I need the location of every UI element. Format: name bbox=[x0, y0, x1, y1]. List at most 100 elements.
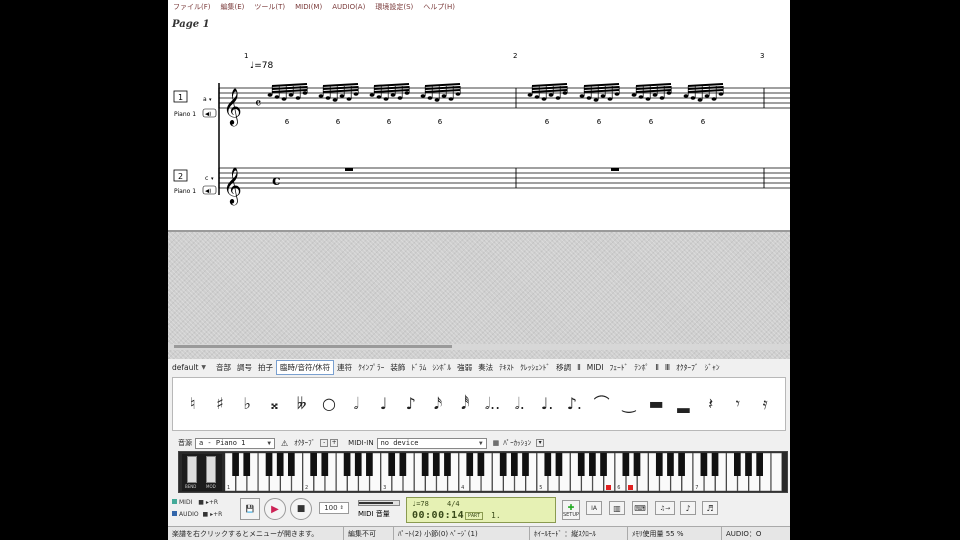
midi-in-select[interactable]: no device ▼ bbox=[376, 437, 487, 449]
setup-button[interactable]: ✚ SETUP bbox=[562, 500, 580, 520]
tab-crescendo[interactable]: ｸﾚｯｼｪﾝﾄﾞ bbox=[517, 361, 553, 374]
sextuplet-group[interactable]: 6 bbox=[683, 83, 724, 126]
save-button[interactable]: 💾 bbox=[240, 498, 260, 520]
octave-down-button[interactable]: - bbox=[320, 439, 329, 447]
menu-file[interactable]: ファイル(F) bbox=[168, 2, 216, 12]
menu-midi[interactable]: MIDI(M) bbox=[290, 3, 327, 11]
tab-articulation[interactable]: 奏法 bbox=[475, 361, 496, 374]
whole-rest-m2[interactable] bbox=[611, 168, 619, 171]
staff-2-dropdown-icon[interactable]: ▾ bbox=[211, 176, 214, 182]
palette-symbol[interactable]: ▂ bbox=[672, 377, 694, 431]
piano-view-button[interactable]: ▥ bbox=[609, 501, 625, 515]
tab-tuplets[interactable]: 連符 bbox=[334, 361, 355, 374]
tab-fade[interactable]: ﾌｪｰﾄﾞ bbox=[606, 361, 631, 374]
tempo-marking[interactable]: ♩=78 bbox=[250, 61, 274, 71]
octave-up-button[interactable]: + bbox=[330, 439, 339, 447]
palette-symbol[interactable]: ♩. bbox=[536, 377, 558, 431]
keyboard-button[interactable]: ⌨ bbox=[632, 501, 648, 515]
tab-time-signature[interactable]: 拍子 bbox=[255, 361, 276, 374]
palette-symbol[interactable]: 𝅗𝅥.. bbox=[482, 377, 504, 431]
palette-symbol[interactable]: 𝅗𝅥 bbox=[345, 377, 367, 431]
tab-ornaments[interactable]: 装飾 bbox=[387, 361, 408, 374]
palette-symbol[interactable]: ⌒ bbox=[591, 377, 613, 431]
tab-ii-2[interactable]: Ⅱ bbox=[652, 362, 662, 373]
pitch-bend-slider[interactable] bbox=[187, 456, 197, 483]
palette-symbol[interactable]: ♪. bbox=[563, 377, 585, 431]
tab-octave[interactable]: ｵｸﾀｰﾌﾞ bbox=[673, 361, 702, 374]
palette-symbol[interactable]: 𝅘𝅥𝅰 bbox=[454, 377, 476, 431]
menu-edit[interactable]: 編集(E) bbox=[216, 2, 250, 12]
palette-symbol[interactable]: ○ bbox=[318, 377, 340, 431]
palette-symbol[interactable]: ♪ bbox=[400, 377, 422, 431]
score-view[interactable]: Page 1 1 a ▾ Piano 1 ◀) 2 c ▾ Piano 1 ◀)… bbox=[168, 13, 790, 230]
sextuplet-group[interactable]: 6 bbox=[579, 83, 620, 126]
sextuplet-group[interactable]: 6 bbox=[420, 83, 461, 126]
palette-symbol[interactable]: ‿ bbox=[618, 377, 640, 431]
staff-1-dropdown-icon[interactable]: ▾ bbox=[209, 97, 212, 103]
palette-symbol[interactable]: ♮ bbox=[182, 377, 204, 431]
sextuplet-group[interactable]: 6 bbox=[527, 83, 568, 126]
part-select[interactable]: a - Piano 1 ▼ bbox=[195, 437, 275, 449]
whole-rest-m1[interactable] bbox=[345, 168, 353, 171]
sextuplet-group[interactable]: 6 bbox=[318, 83, 359, 126]
keys-canvas[interactable]: 1 2 3 4 5 6 7 bbox=[225, 452, 787, 492]
palette-symbol[interactable]: 𝅘𝅥𝅯 bbox=[427, 377, 449, 431]
palette-symbol[interactable]: 𝄽 bbox=[700, 377, 722, 431]
tab-midi[interactable]: MIDI bbox=[584, 362, 607, 373]
play-button[interactable]: ▶ bbox=[264, 498, 286, 520]
tab-transpose[interactable]: 移調 bbox=[553, 361, 574, 374]
piano-keyboard[interactable]: BEND MOD 1 2 3 4 5 6 7 bbox=[178, 451, 788, 493]
part-number-2[interactable]: 2 bbox=[178, 172, 183, 181]
tab-iii[interactable]: Ⅲ bbox=[662, 362, 673, 373]
menu-help[interactable]: ヘルプ(H) bbox=[418, 2, 460, 12]
ia-button[interactable]: IA bbox=[586, 501, 602, 515]
note-groups[interactable]: 6 6 6 6 6 6 6 6 bbox=[267, 83, 724, 126]
tab-tempo[interactable]: ﾃﾝﾎﾟ bbox=[631, 361, 652, 374]
treble-clef-2[interactable]: 𝄞 bbox=[223, 166, 242, 205]
score-canvas[interactable]: 1 a ▾ Piano 1 ◀) 2 c ▾ Piano 1 ◀) 𝄞 𝄞 𝄴 … bbox=[168, 13, 790, 230]
note-input-button[interactable]: ♫→ bbox=[655, 501, 675, 515]
menu-settings[interactable]: 環境設定(S) bbox=[370, 2, 418, 12]
tab-text[interactable]: ﾃｷｽﾄ bbox=[496, 361, 517, 374]
sextuplet-group[interactable]: 6 bbox=[631, 83, 672, 126]
treble-clef-1[interactable]: 𝄞 bbox=[223, 87, 242, 126]
palette-symbol[interactable]: 𝅗𝅥. bbox=[509, 377, 531, 431]
horizontal-scrollbar[interactable] bbox=[168, 344, 790, 350]
palette-symbol[interactable]: ♩ bbox=[372, 377, 394, 431]
tab-dynamics[interactable]: 強弱 bbox=[454, 361, 475, 374]
part-number-1[interactable]: 1 bbox=[178, 93, 183, 102]
palette-symbol[interactable]: 𝄪 bbox=[263, 377, 285, 431]
tab-symbols[interactable]: ｼﾝﾎﾞﾙ bbox=[429, 361, 454, 374]
tab-ii[interactable]: Ⅱ bbox=[574, 362, 584, 373]
tab-clef[interactable]: 音部 bbox=[213, 361, 234, 374]
palette-symbol[interactable]: ♯ bbox=[209, 377, 231, 431]
tab-key-signature[interactable]: 調号 bbox=[234, 361, 255, 374]
palette-symbol[interactable]: 𝄫 bbox=[291, 377, 313, 431]
tab-notes-rests[interactable]: 臨時/音符/休符 bbox=[276, 359, 335, 375]
menu-tools[interactable]: ツール(T) bbox=[249, 2, 290, 12]
palette-symbol[interactable]: 𝄿 bbox=[754, 377, 776, 431]
percussion-dropdown[interactable]: ▾ bbox=[536, 439, 545, 447]
palette-symbol[interactable]: 𝄾 bbox=[727, 377, 749, 431]
tab-genre[interactable]: ｼﾞｬﾝ bbox=[702, 361, 723, 374]
menu-audio[interactable]: AUDIO(A) bbox=[327, 3, 370, 11]
tuplet-number: 6 bbox=[701, 118, 706, 126]
tab-quintuplet[interactable]: ｸｲﾝﾌﾟﾗｰ bbox=[355, 361, 387, 374]
time-signature-2[interactable]: c bbox=[272, 173, 281, 189]
notes-button[interactable]: ♬ bbox=[702, 501, 718, 515]
sextuplet-group[interactable]: 6 bbox=[369, 83, 410, 126]
palette-symbol[interactable]: ▬ bbox=[645, 377, 667, 431]
midi-volume-slider[interactable] bbox=[358, 500, 400, 506]
palette-symbol[interactable]: ♭ bbox=[236, 377, 258, 431]
tab-drums[interactable]: ﾄﾞﾗﾑ bbox=[408, 361, 429, 374]
palette-preset-select[interactable]: default ▼ bbox=[168, 363, 210, 372]
metronome-icon[interactable]: ⚠ bbox=[281, 439, 288, 448]
time-signature-1[interactable]: 𝄴 bbox=[255, 96, 261, 112]
music-note-button[interactable]: ♪ bbox=[680, 501, 696, 515]
tempo-spinner[interactable]: 100 ⇕ bbox=[319, 502, 349, 514]
scrollbar-thumb[interactable] bbox=[174, 345, 452, 348]
sextuplet-group[interactable]: 6 bbox=[267, 83, 308, 126]
stop-button[interactable]: ■ bbox=[290, 498, 312, 520]
grid-icon[interactable]: ▦ bbox=[493, 439, 500, 447]
modulation-slider[interactable] bbox=[206, 456, 216, 483]
